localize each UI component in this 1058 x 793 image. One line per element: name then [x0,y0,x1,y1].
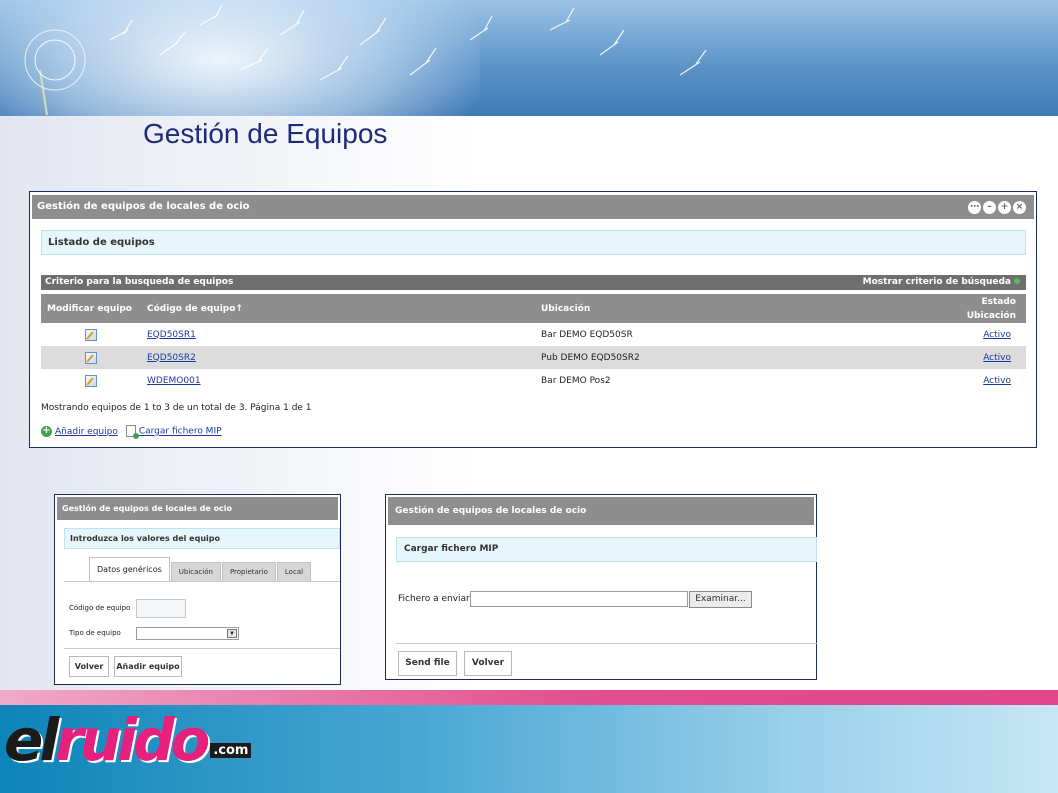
col-state-sub-label: Ubicación [966,310,1016,321]
col-state-label: Estado [981,296,1016,307]
back-button[interactable]: Volver [69,656,109,677]
toggle-dot-icon [1014,278,1020,284]
minimize-icon[interactable]: – [983,201,996,214]
location-cell: Pub DEMO EQD50SR2 [535,346,844,369]
logo-ruido: ruido [55,706,210,774]
panel-title: Gestión de equipos de locales de ocio [37,201,250,212]
upload-mip-action[interactable]: Cargar fichero MIP [125,425,222,439]
panel-header: Gestión de equipos de locales de ocio ⋯ … [32,195,1034,219]
table-row: WDEMO001 Bar DEMO Pos2 Activo [41,369,1026,392]
search-criteria-bar: Criterio para la busqueda de equipos Mos… [41,275,1026,290]
tab-datos-genericos[interactable]: Datos genéricos [89,557,170,581]
state-link[interactable]: Activo [983,330,1011,340]
col-state[interactable]: Estado Ubicación [843,294,1026,323]
equipment-list-panel: Gestión de equipos de locales de ocio ⋯ … [29,191,1037,448]
equipment-table: Modificar equipo Código de equipo↑ Ubica… [41,294,1026,392]
location-cell: Bar DEMO Pos2 [541,375,611,386]
state-cell: Activo [844,369,1026,392]
add-equipment-button[interactable]: Añadir equipo [114,656,182,677]
code-cell: WDEMO001 [141,369,535,392]
table-row: EQD50SR2 Pub DEMO EQD50SR2 Activo [41,346,1026,369]
upload-heading: Cargar fichero MIP [396,537,817,562]
equipment-code-link[interactable]: EQD50SR2 [147,353,196,363]
code-cell: EQD50SR2 [141,346,535,369]
more-icon[interactable]: ⋯ [968,201,981,214]
state-link[interactable]: Activo [983,376,1011,386]
edit-icon[interactable] [85,328,97,341]
browse-button[interactable]: Examinar... [689,591,752,608]
add-equipment-action[interactable]: + Añadir equipo [41,424,118,437]
window-controls: ⋯ – + × [968,201,1026,214]
show-criteria-toggle[interactable]: Mostrar criterio de búsqueda [863,275,1020,290]
criteria-label: Criterio para la busqueda de equipos [45,277,234,287]
panel-header: Gestión de equipos de locales de ocio [388,497,814,525]
upload-mip-panel: Gestión de equipos de locales de ocio Ca… [385,494,817,680]
edit-icon[interactable] [85,351,97,364]
col-location[interactable]: Ubicación [535,294,844,323]
table-header-row: Modificar equipo Código de equipo↑ Ubica… [41,294,1026,323]
tab-propietario[interactable]: Propietario [221,562,276,581]
col-edit[interactable]: Modificar equipo [41,294,141,323]
equipment-form-panel: Gestión de equipos de locales de ocio In… [54,494,341,685]
upload-mip-link[interactable]: Cargar fichero MIP [139,427,222,437]
state-link[interactable]: Activo [983,353,1011,363]
type-field-label: Tipo de equipo [69,629,121,637]
code-field[interactable] [136,599,186,618]
add-equipment-link[interactable]: Añadir equipo [55,427,118,437]
table-row: EQD50SR1 Bar DEMO EQD50SR Activo [41,323,1026,346]
tab-local[interactable]: Local [276,562,312,581]
file-path-input[interactable] [470,591,688,607]
code-cell: EQD50SR1 [141,323,535,346]
add-icon: + [41,424,52,437]
equipment-code-link[interactable]: EQD50SR1 [147,330,196,340]
page-title: Gestión de Equipos [143,118,388,149]
file-field-label: Fichero a enviar [398,594,470,604]
elruido-logo: elruido .com [4,706,252,774]
maximize-icon[interactable]: + [998,201,1011,214]
send-file-button[interactable]: Send file [398,651,457,676]
equipment-code-link[interactable]: WDEMO001 [147,376,201,386]
edit-cell [41,346,141,369]
col-code[interactable]: Código de equipo↑ [141,294,535,323]
list-heading: Listado de equipos [41,230,1026,255]
tab-ubicacion[interactable]: Ubicación [170,562,221,581]
panel-header: Gestión de equipos de locales de ocio [57,497,338,520]
location-cell: Bar DEMO EQD50SR [541,329,633,340]
file-upload-icon [125,425,139,439]
upload-divider [396,643,817,644]
chevron-down-icon[interactable]: ▼ [227,629,237,638]
edit-cell [41,369,141,392]
type-select[interactable]: ▼ [136,627,239,640]
list-actions: + Añadir equipo Cargar fichero MIP [41,424,222,439]
state-cell: Activo [843,346,1026,369]
edit-cell [41,323,141,346]
dandelion-seeds-graphic [24,4,707,116]
form-tabs: Datos genéricos Ubicación Propietario Lo… [64,557,340,582]
pagination-summary: Mostrando equipos de 1 to 3 de un total … [41,403,312,413]
form-intro: Introduzca los valores del equipo [64,528,340,549]
back-button[interactable]: Volver [464,651,512,676]
edit-icon[interactable] [85,374,97,387]
footer-stripe [0,690,1058,705]
form-divider [64,648,340,649]
header-banner [0,0,1058,116]
close-icon[interactable]: × [1013,201,1026,214]
logo-dotcom: .com [210,743,252,758]
show-criteria-label[interactable]: Mostrar criterio de búsqueda [863,277,1011,287]
code-field-label: Código de equipo [69,604,131,612]
state-cell: Activo [844,323,1026,346]
logo-el: el [4,706,59,774]
